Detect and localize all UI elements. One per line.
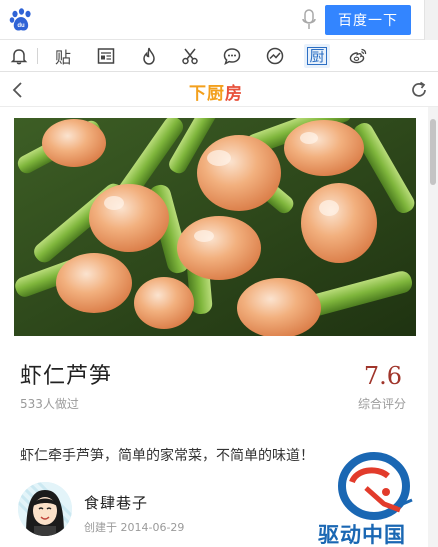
page-nav-bar: 下厨房	[0, 73, 438, 107]
trend-icon[interactable]	[262, 44, 288, 68]
watermark-text: 驱动中国	[318, 523, 406, 547]
scissors-icon[interactable]	[177, 44, 203, 68]
brand-part-1: 下厨	[189, 84, 225, 104]
brand-part-2: 房	[225, 84, 243, 104]
browser-top-bar: du 百度一下	[0, 0, 438, 40]
kitchen-glyph: 厨	[307, 47, 327, 65]
weibo-icon[interactable]	[345, 44, 371, 68]
scrollbar-thumb[interactable]	[430, 119, 436, 185]
search-button[interactable]: 百度一下	[325, 5, 411, 35]
recipe-title: 虾仁芦笋	[20, 364, 113, 389]
refresh-icon[interactable]	[409, 80, 429, 100]
svg-text:du: du	[17, 23, 25, 29]
news-icon[interactable]	[93, 44, 119, 68]
back-arrow-icon[interactable]	[8, 80, 28, 100]
tieba-glyph: 贴	[54, 48, 71, 67]
tieba-icon[interactable]: 贴	[50, 44, 76, 68]
window-scroll-gutter	[424, 0, 438, 40]
made-count: 533人做过	[20, 397, 79, 411]
author-name[interactable]: 食肆巷子	[84, 492, 148, 513]
channel-toolbar: 贴 厨	[0, 40, 438, 72]
microphone-icon[interactable]	[300, 8, 318, 32]
rating-label: 综合评分	[357, 397, 406, 411]
xiachufang-logo[interactable]: 下厨房	[189, 79, 243, 104]
toolbar-divider	[37, 48, 38, 64]
rating-score: 7.6	[363, 362, 403, 390]
kitchen-icon[interactable]: 厨	[304, 44, 330, 68]
baidu-logo-icon[interactable]: du	[8, 7, 34, 33]
chat-icon[interactable]	[219, 44, 245, 68]
created-date: 创建于 2014-06-29	[84, 521, 185, 534]
fire-icon[interactable]	[136, 44, 162, 68]
bell-icon[interactable]	[6, 44, 32, 68]
recipe-photo	[14, 118, 416, 336]
author-avatar[interactable]	[18, 482, 72, 536]
